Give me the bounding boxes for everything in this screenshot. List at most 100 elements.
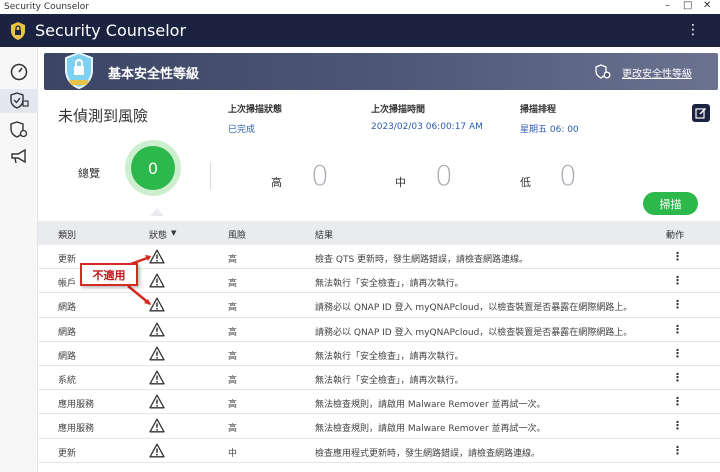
table-row[interactable]: 網路 高 請務必以 QNAP ID 登入 myQNAPcloud，以檢查裝置是否暴露… bbox=[38, 318, 720, 342]
warning-icon bbox=[149, 394, 165, 409]
last-scan-time-label: 上次掃描時間 bbox=[371, 105, 426, 115]
row-risk: 中 bbox=[228, 448, 238, 459]
row-result: 無法檢查規則，請啟用 Malware Remover 並再試一次。 bbox=[315, 400, 546, 411]
last-scan-time-value: 2023/02/03 06:00:17 AM bbox=[371, 122, 483, 132]
sidebar bbox=[0, 47, 38, 472]
change-security-level-link[interactable]: 更改安全性等級 bbox=[622, 65, 692, 80]
row-result: 無法檢查規則，請啟用 Malware Remover 並再試一次。 bbox=[315, 424, 546, 435]
row-category: 應用服務 bbox=[58, 400, 95, 411]
sort-descending-icon[interactable]: ▼ bbox=[171, 229, 176, 237]
warning-icon bbox=[149, 249, 165, 264]
warning-icon bbox=[149, 297, 165, 312]
table-row[interactable]: 更新 中 檢查應用程式更新時，發生網路錯誤，請檢查網路連線。 ⋮ bbox=[38, 439, 720, 463]
table-row[interactable]: 網路 高 無法執行「安全檢查」，請再次執行。 ⋮ bbox=[38, 342, 720, 366]
table-header: 類別 狀態 ▼ 風險 結果 動作 bbox=[38, 221, 720, 245]
edit-icon bbox=[695, 108, 706, 119]
column-status[interactable]: 狀態 bbox=[149, 228, 167, 241]
warning-icon bbox=[149, 443, 165, 457]
warning-icon bbox=[149, 322, 165, 337]
row-risk: 高 bbox=[228, 327, 238, 338]
last-scan-status-label: 上次掃描狀態 bbox=[228, 105, 283, 115]
high-risk-label: 高 bbox=[271, 176, 282, 189]
sidebar-item-dashboard[interactable] bbox=[8, 61, 30, 83]
column-category[interactable]: 類別 bbox=[58, 228, 76, 241]
row-category: 網路 bbox=[58, 303, 77, 314]
warning-icon bbox=[149, 370, 165, 385]
row-action-menu-icon[interactable]: ⋮ bbox=[672, 395, 683, 408]
app-header: Security Counselor ⋮ bbox=[0, 14, 720, 47]
medium-risk-count: 0 bbox=[435, 159, 453, 192]
app-menu-icon[interactable]: ⋮ bbox=[686, 22, 700, 38]
last-scan-status-value: 已完成 bbox=[228, 125, 256, 135]
app-title: Security Counselor bbox=[35, 21, 187, 40]
row-category: 網路 bbox=[58, 351, 77, 362]
row-result: 檢查應用程式更新時，發生網路錯誤，請檢查網路連線。 bbox=[315, 448, 541, 459]
overview-label: 總覽 bbox=[78, 167, 100, 180]
divider bbox=[210, 163, 211, 189]
table-row[interactable]: 應用服務 高 無法檢查規則，請啟用 Malware Remover 並再試一次。 ⋮ bbox=[38, 414, 720, 439]
scan-button[interactable]: 掃描 bbox=[643, 192, 698, 215]
row-category: 帳戶 bbox=[58, 279, 77, 290]
row-action-menu-icon[interactable]: ⋮ bbox=[672, 371, 683, 384]
row-result: 請務必以 QNAP ID 登入 myQNAPcloud，以檢查裝置是否暴露在網際… bbox=[315, 303, 633, 314]
minimize-button[interactable]: – bbox=[665, 0, 670, 11]
security-level-title: 基本安全性等級 bbox=[108, 67, 200, 82]
row-action-menu-icon[interactable]: ⋮ bbox=[672, 274, 683, 287]
risk-status-title: 未偵測到風險 bbox=[58, 107, 149, 125]
table-row[interactable]: 系統 高 無法執行「安全檢查」，請再次執行。 ⋮ bbox=[38, 366, 720, 391]
sidebar-item-security-checkup[interactable] bbox=[0, 89, 38, 113]
column-risk[interactable]: 風險 bbox=[228, 228, 246, 241]
app-logo-icon bbox=[11, 21, 25, 40]
security-level-banner: 基本安全性等級 更改安全性等級 bbox=[44, 52, 718, 90]
medium-risk-label: 中 bbox=[395, 176, 406, 189]
row-risk: 高 bbox=[228, 351, 238, 362]
row-risk: 高 bbox=[228, 400, 238, 411]
scan-schedule-label: 掃描排程 bbox=[520, 105, 557, 115]
row-action-menu-icon[interactable]: ⋮ bbox=[672, 323, 683, 336]
edit-schedule-button[interactable] bbox=[692, 104, 710, 122]
column-action: 動作 bbox=[666, 231, 685, 241]
table-row[interactable]: 帳戶 高 無法執行「安全檢查」，請再次執行。 ⋮ bbox=[38, 269, 720, 294]
shield-check-icon bbox=[10, 92, 29, 109]
row-category: 應用服務 bbox=[58, 424, 95, 435]
row-category: 更新 bbox=[58, 448, 77, 459]
table-row[interactable]: 應用服務 高 無法檢查規則，請啟用 Malware Remover 並再試一次。 ⋮ bbox=[38, 390, 720, 415]
row-result: 無法執行「安全檢查」，請再次執行。 bbox=[315, 375, 464, 386]
row-action-menu-icon[interactable]: ⋮ bbox=[672, 298, 683, 311]
row-result: 無法執行「安全檢查」，請再次執行。 bbox=[315, 279, 464, 290]
row-category: 更新 bbox=[58, 255, 77, 265]
risk-score-ring: 0 bbox=[125, 140, 181, 196]
row-risk: 高 bbox=[228, 375, 238, 386]
low-risk-label: 低 bbox=[520, 176, 531, 189]
row-risk: 高 bbox=[228, 303, 238, 314]
sidebar-item-security-settings[interactable] bbox=[8, 119, 30, 141]
row-action-menu-icon[interactable]: ⋮ bbox=[672, 347, 683, 360]
high-risk-count: 0 bbox=[311, 159, 329, 192]
shield-gear-icon bbox=[10, 121, 28, 138]
scan-schedule-value[interactable]: 星期五 06: 00 bbox=[520, 122, 579, 135]
megaphone-icon bbox=[11, 148, 26, 164]
row-action-menu-icon[interactable]: ⋮ bbox=[672, 444, 683, 457]
window-titlebar: Security Counselor – □ ✕ bbox=[0, 0, 720, 14]
sidebar-item-notifications[interactable] bbox=[8, 145, 30, 167]
table-row[interactable]: 更新 高 檢查 QTS 更新時，發生網路錯誤，請檢查網路連線。 ⋮ bbox=[38, 245, 720, 270]
window-title: Security Counselor bbox=[4, 2, 89, 12]
column-result[interactable]: 結果 bbox=[315, 228, 333, 241]
close-button[interactable]: ✕ bbox=[703, 0, 711, 11]
row-action-menu-icon[interactable]: ⋮ bbox=[672, 250, 683, 263]
row-result: 無法執行「安全檢查」，請再次執行。 bbox=[315, 351, 464, 362]
row-result: 檢查 QTS 更新時，發生網路錯誤，請檢查網路連線。 bbox=[315, 255, 529, 265]
warning-icon bbox=[149, 273, 165, 288]
warning-icon bbox=[149, 346, 165, 361]
maximize-button[interactable]: □ bbox=[683, 0, 692, 11]
not-applicable-callout: 不適用 bbox=[80, 263, 138, 286]
overview-pointer bbox=[150, 208, 164, 216]
table-row[interactable]: 網路 高 請務必以 QNAP ID 登入 myQNAPcloud，以檢查裝置是否暴露… bbox=[38, 293, 720, 318]
row-risk: 高 bbox=[228, 424, 238, 435]
row-category: 系統 bbox=[58, 375, 77, 386]
row-action-menu-icon[interactable]: ⋮ bbox=[672, 419, 683, 432]
scan-summary: 未偵測到風險 總覽 0 上次掃描狀態 已完成 上次掃描時間 2023/02/03… bbox=[38, 95, 720, 220]
row-risk: 高 bbox=[228, 279, 238, 290]
shield-gear-icon bbox=[595, 64, 611, 79]
risk-score: 0 bbox=[131, 146, 175, 190]
